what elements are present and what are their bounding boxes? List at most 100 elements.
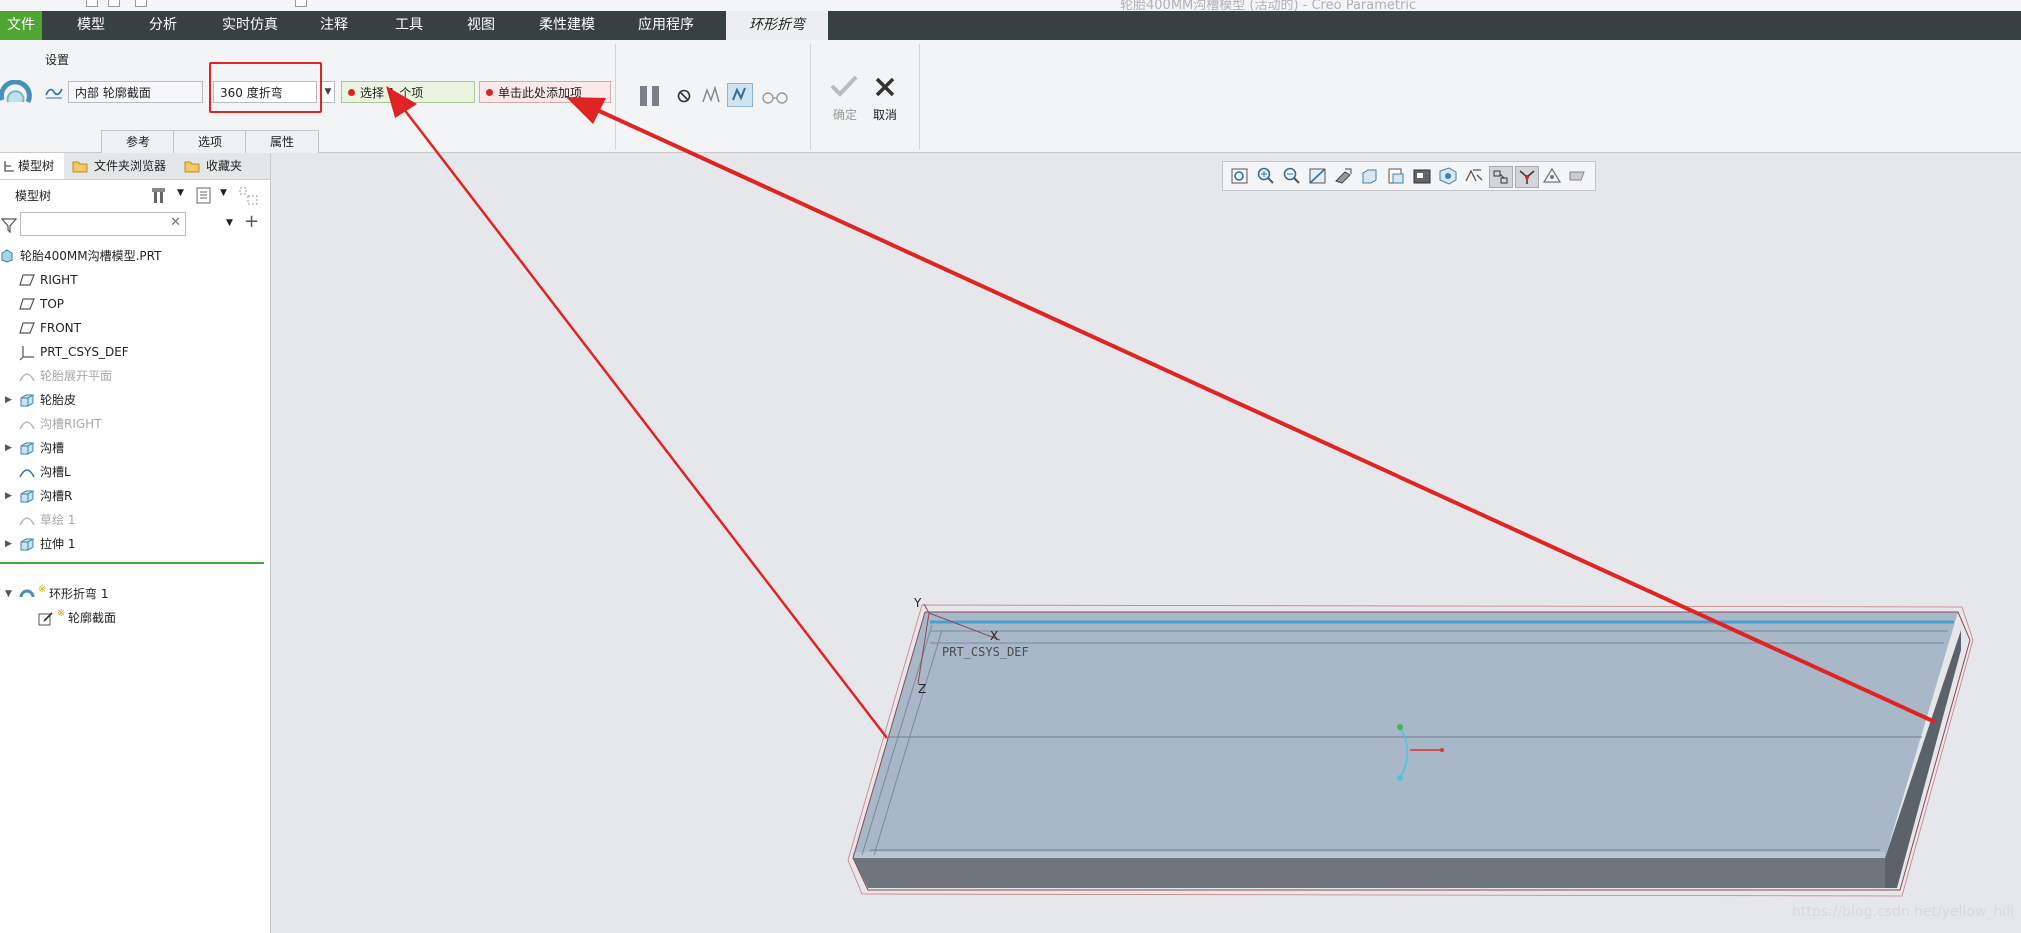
display-style-icon[interactable]	[1411, 166, 1433, 186]
ribbon-separator	[919, 44, 920, 150]
add-icon[interactable]: +	[244, 211, 259, 232]
tree-item-extrude-1[interactable]: ▶ 拉伸 1	[0, 532, 270, 556]
chevron-down-icon[interactable]: ▼	[226, 218, 233, 228]
chevron-down-icon[interactable]: ▼	[220, 188, 227, 198]
chevron-down-icon[interactable]: ▼	[177, 188, 184, 198]
tree-settings-icon[interactable]	[150, 186, 170, 206]
tree-item-right[interactable]: RIGHT	[0, 268, 270, 292]
datum-plane-icon	[19, 298, 35, 310]
tree-item-tire-flat-plane[interactable]: 轮胎展开平面	[0, 364, 270, 388]
perspective-icon[interactable]	[1437, 166, 1459, 186]
add-item-collector[interactable]: 单击此处添加项	[479, 81, 611, 103]
highlight-bend-type	[209, 62, 322, 113]
tab-live-simulation[interactable]: 实时仿真	[212, 11, 288, 40]
tree-filter-options-icon[interactable]	[238, 186, 260, 206]
new-feature-mark-icon: ※	[38, 584, 47, 595]
tab-annotate[interactable]: 注释	[310, 11, 358, 40]
tab-analysis[interactable]: 分析	[138, 11, 188, 40]
saved-orientations-icon[interactable]	[1359, 166, 1381, 186]
repaint-icon[interactable]	[1307, 166, 1329, 186]
ribbon-separator	[615, 44, 616, 150]
expand-arrow-icon[interactable]: ▶	[5, 436, 12, 460]
tab-view[interactable]: 视图	[456, 11, 506, 40]
point-display-icon[interactable]	[1541, 166, 1563, 186]
zoom-out-icon[interactable]	[1281, 166, 1303, 186]
refit-icon[interactable]	[1229, 166, 1251, 186]
tab-references[interactable]: 参考	[101, 130, 175, 153]
tab-model[interactable]: 模型	[66, 11, 116, 40]
model-tree-icon	[4, 161, 14, 172]
profile-section-field[interactable]: 内部 轮廓截面	[68, 81, 203, 103]
expand-arrow-icon[interactable]: ▶	[5, 532, 12, 556]
expand-arrow-icon[interactable]: ▶	[5, 388, 12, 412]
cancel-button[interactable]: 取消	[873, 106, 897, 123]
tree-search-input[interactable]: ✕	[20, 212, 186, 236]
spin-center-icon[interactable]	[1515, 166, 1539, 188]
tree-item-groove-r[interactable]: ▶ 沟槽R	[0, 484, 270, 508]
tree-item-toroidal-bend[interactable]: ▼ ※ 环形折弯 1	[0, 582, 270, 606]
toroidal-bend-icon	[19, 589, 35, 598]
window-icon[interactable]	[295, 0, 307, 7]
tab-folder-browser[interactable]: 文件夹浏览器	[70, 153, 174, 179]
tab-toroidal-bend[interactable]: 环形折弯	[726, 11, 828, 40]
tree-item-csys[interactable]: PRT_CSYS_DEF	[0, 340, 270, 364]
pause-icon[interactable]	[638, 84, 662, 108]
sketch-icon	[19, 421, 35, 430]
attached-preview-icon[interactable]	[700, 85, 722, 105]
sketch-section-icon[interactable]	[45, 84, 63, 100]
model-display-icon[interactable]	[1567, 166, 1589, 186]
required-dot-icon	[348, 89, 355, 96]
close-icon[interactable]	[874, 76, 896, 98]
select-collector[interactable]: 选择 1 个项	[341, 81, 475, 103]
tab-applications[interactable]: 应用程序	[630, 11, 702, 40]
save-icon[interactable]	[135, 0, 147, 7]
collapse-arrow-icon[interactable]: ▼	[5, 582, 12, 606]
tree-item-root[interactable]: 轮胎400MM沟槽模型.PRT	[0, 244, 270, 268]
tab-model-tree[interactable]: 模型树	[0, 153, 64, 179]
tree-item-groove[interactable]: ▶ 沟槽	[0, 436, 270, 460]
glasses-preview-icon[interactable]	[760, 88, 790, 104]
select-collector-label: 选择 1 个项	[360, 86, 424, 100]
tab-flexible-modeling[interactable]: 柔性建模	[532, 11, 602, 40]
required-dot-icon	[486, 89, 493, 96]
csys-icon	[19, 346, 34, 361]
datum-plane-icon	[19, 274, 35, 286]
bend-type-dropdown[interactable]: ▼	[321, 81, 335, 103]
tab-favorites[interactable]: 收藏夹	[182, 153, 258, 179]
confirm-button[interactable]: 确定	[833, 106, 857, 123]
filter-icon[interactable]	[1, 217, 17, 233]
new-file-icon[interactable]	[86, 0, 98, 7]
show-columns-icon[interactable]	[195, 187, 213, 205]
verify-mode-button[interactable]	[727, 83, 753, 107]
view-manager-icon[interactable]	[1385, 166, 1407, 186]
tab-properties[interactable]: 属性	[245, 130, 319, 153]
tree-item-top[interactable]: TOP	[0, 292, 270, 316]
tab-tools[interactable]: 工具	[384, 11, 434, 40]
open-file-icon[interactable]	[108, 0, 120, 7]
clear-search-icon[interactable]: ✕	[170, 215, 181, 230]
tree-item-front[interactable]: FRONT	[0, 316, 270, 340]
tree-item-groove-l[interactable]: 沟槽L	[0, 460, 270, 484]
graphics-viewport[interactable]	[271, 153, 2021, 933]
tree-item-profile-section[interactable]: ※ 轮廓截面	[0, 606, 270, 630]
add-item-collector-label: 单击此处添加项	[498, 86, 583, 100]
no-preview-icon[interactable]	[676, 88, 692, 104]
tree-item-sketch-1[interactable]: 草绘 1	[0, 508, 270, 532]
tab-options[interactable]: 选项	[173, 130, 247, 153]
toroidal-bend-dashboard: 设置 内部 轮廓截面 360 度折弯 ▼ 选择 1 个项 单击此处添加项 确定 …	[0, 40, 2021, 153]
annotation-display-icon[interactable]	[1489, 166, 1513, 188]
zoom-in-icon[interactable]	[1255, 166, 1277, 186]
reorient-icon[interactable]	[1333, 166, 1355, 186]
insert-here-marker[interactable]	[0, 562, 264, 564]
folder-icon	[72, 161, 88, 173]
datum-plane-icon	[19, 322, 35, 334]
tree-item-groove-right[interactable]: 沟槽RIGHT	[0, 412, 270, 436]
tab-file[interactable]: 文件	[0, 11, 42, 40]
tree-item-tire-skin[interactable]: ▶ 轮胎皮	[0, 388, 270, 412]
extrude-icon	[20, 538, 34, 551]
sketch-icon	[19, 469, 35, 478]
checkmark-icon[interactable]	[829, 74, 859, 98]
datum-display-icon[interactable]	[1463, 166, 1485, 186]
expand-arrow-icon[interactable]: ▶	[5, 484, 12, 508]
favorites-folder-icon	[184, 161, 200, 173]
